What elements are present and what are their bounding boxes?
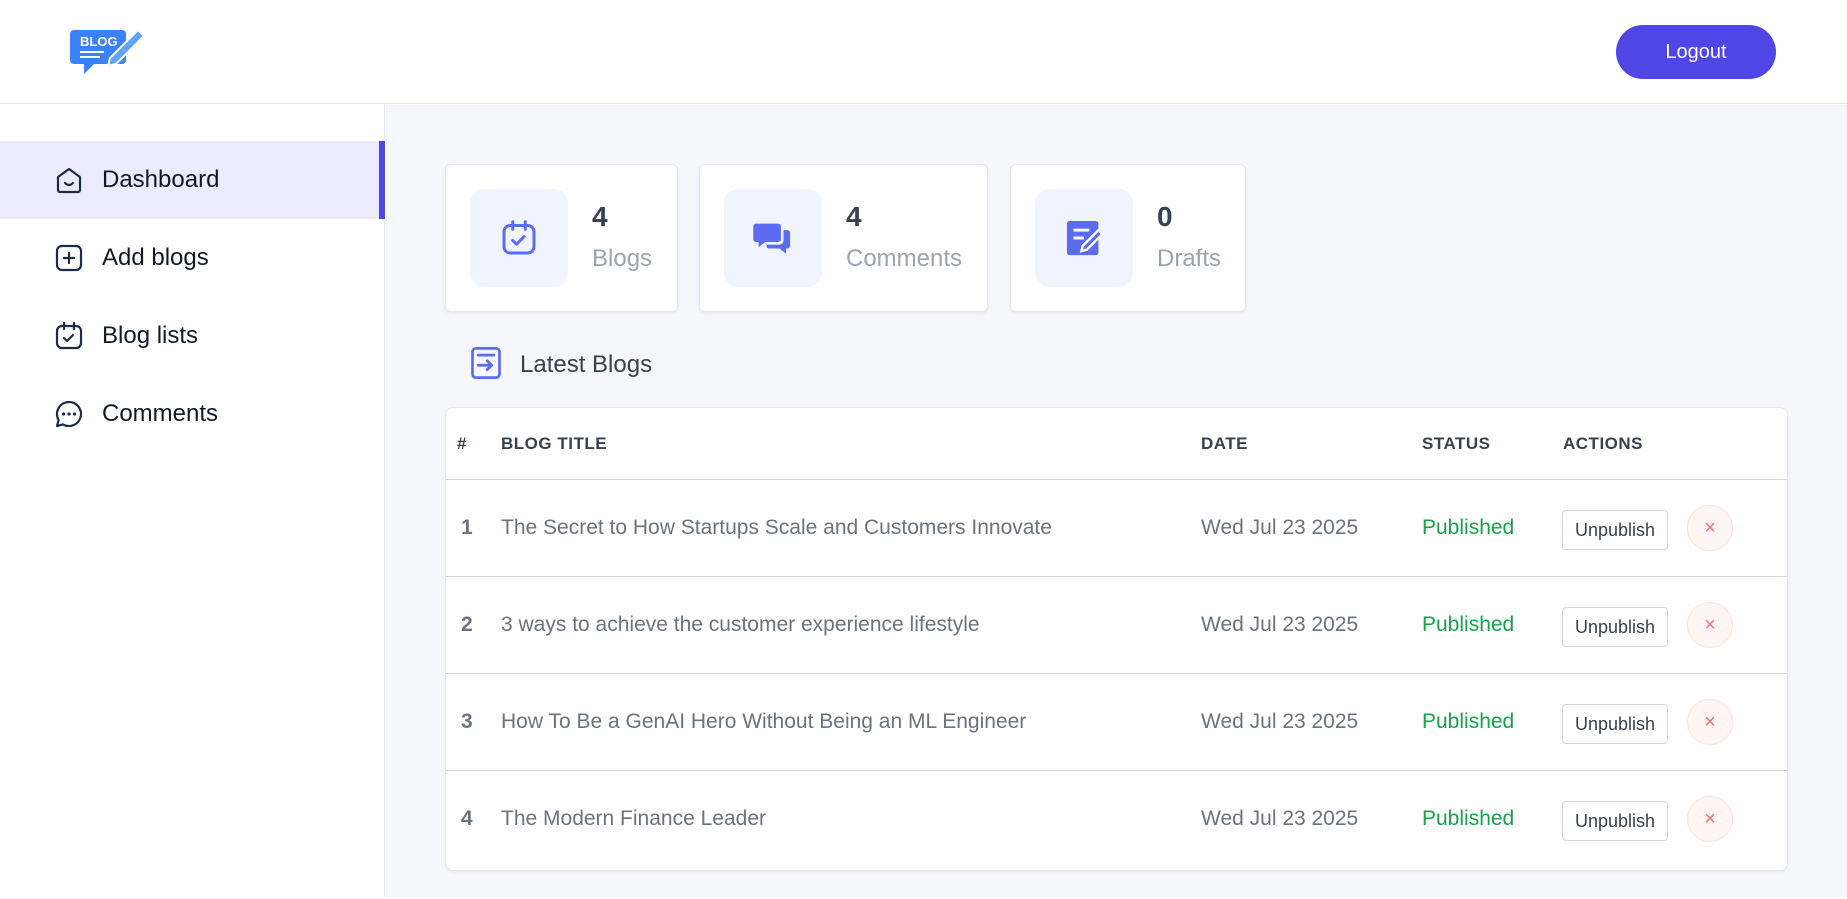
blogs-table: # BLOG TITLE DATE STATUS ACTIONS 1 The S… — [445, 407, 1788, 871]
latest-blogs-heading: Latest Blogs — [468, 345, 652, 385]
sidebar-item-label: Dashboard — [102, 166, 220, 193]
row-date: Wed Jul 23 2025 — [1201, 516, 1359, 539]
document-arrow-icon — [468, 345, 504, 386]
row-status: Published — [1422, 710, 1515, 733]
stat-card-comments[interactable]: 4 Comments — [699, 164, 988, 312]
stat-label: Drafts — [1157, 245, 1222, 272]
sidebar-item-label: Blog lists — [102, 322, 199, 349]
row-date: Wed Jul 23 2025 — [1201, 807, 1359, 830]
latest-blogs-title: Latest Blogs — [520, 351, 653, 378]
sidebar-item-add-blogs[interactable]: Add blogs — [0, 219, 385, 297]
sidebar-item-blog-lists[interactable]: Blog lists — [0, 297, 385, 375]
top-bar: BLOG Logout — [0, 0, 1847, 104]
row-number: 4 — [461, 807, 473, 830]
stat-label: Blogs — [592, 245, 653, 272]
stat-value: 0 — [1157, 201, 1173, 232]
unpublish-button[interactable]: Unpublish — [1562, 704, 1668, 744]
stat-card-drafts[interactable]: 0 Drafts — [1010, 164, 1246, 312]
delete-close-icon[interactable]: × — [1687, 796, 1733, 842]
row-blog-title[interactable]: 3 ways to achieve the customer experienc… — [501, 613, 980, 637]
stat-card-blogs[interactable]: 4 Blogs — [445, 164, 678, 312]
row-date: Wed Jul 23 2025 — [1201, 613, 1359, 636]
sidebar-item-label: Comments — [102, 400, 219, 427]
sidebar-item-label: Add blogs — [102, 244, 209, 271]
table-row: 3 How To Be a GenAI Hero Without Being a… — [446, 674, 1787, 771]
table-row: 4 The Modern Finance Leader Wed Jul 23 2… — [446, 771, 1787, 868]
sidebar: Dashboard Add blogs Blog lists Comments — [0, 105, 385, 897]
row-blog-title[interactable]: The Modern Finance Leader — [501, 807, 766, 831]
row-blog-title[interactable]: The Secret to How Startups Scale and Cus… — [501, 516, 1052, 540]
delete-close-icon[interactable]: × — [1687, 505, 1733, 551]
unpublish-button[interactable]: Unpublish — [1562, 801, 1668, 841]
header-date[interactable]: DATE — [1201, 434, 1248, 454]
delete-close-icon[interactable]: × — [1687, 699, 1733, 745]
header-blog-title[interactable]: BLOG TITLE — [501, 434, 607, 454]
calendar-check-icon — [470, 189, 568, 287]
stat-label: Comments — [846, 245, 963, 272]
table-row: 2 3 ways to achieve the customer experie… — [446, 577, 1787, 674]
logo-text: BLOG — [80, 34, 118, 49]
calendar-check-icon — [52, 319, 86, 353]
stat-value: 4 — [846, 201, 862, 232]
delete-close-icon[interactable]: × — [1687, 602, 1733, 648]
blog-logo[interactable]: BLOG — [70, 24, 146, 80]
sidebar-item-dashboard[interactable]: Dashboard — [0, 141, 385, 219]
blog-logo-icon: BLOG — [70, 28, 146, 74]
header-num: # — [457, 434, 467, 453]
row-date: Wed Jul 23 2025 — [1201, 710, 1359, 733]
row-number: 3 — [461, 710, 473, 733]
table-row: 1 The Secret to How Startups Scale and C… — [446, 480, 1787, 577]
row-status: Published — [1422, 807, 1515, 830]
row-number: 1 — [461, 516, 473, 539]
add-square-icon — [52, 241, 86, 275]
edit-note-icon — [1035, 189, 1133, 287]
main-content: 4 Blogs 4 Comments 0 Drafts Latest Blogs… — [386, 105, 1847, 897]
chat-bubbles-icon — [724, 189, 822, 287]
stat-value: 4 — [592, 201, 608, 232]
sidebar-item-comments[interactable]: Comments — [0, 375, 385, 453]
row-status: Published — [1422, 516, 1515, 539]
header-status[interactable]: STATUS — [1422, 434, 1490, 454]
row-number: 2 — [461, 613, 473, 636]
chat-bubble-icon — [52, 397, 86, 431]
home-icon — [52, 163, 86, 197]
header-actions: ACTIONS — [1563, 434, 1643, 453]
row-status: Published — [1422, 613, 1515, 636]
row-blog-title[interactable]: How To Be a GenAI Hero Without Being an … — [501, 710, 1026, 734]
table-header: # BLOG TITLE DATE STATUS ACTIONS — [446, 408, 1787, 480]
unpublish-button[interactable]: Unpublish — [1562, 510, 1668, 550]
logout-button[interactable]: Logout — [1616, 25, 1776, 79]
unpublish-button[interactable]: Unpublish — [1562, 607, 1668, 647]
